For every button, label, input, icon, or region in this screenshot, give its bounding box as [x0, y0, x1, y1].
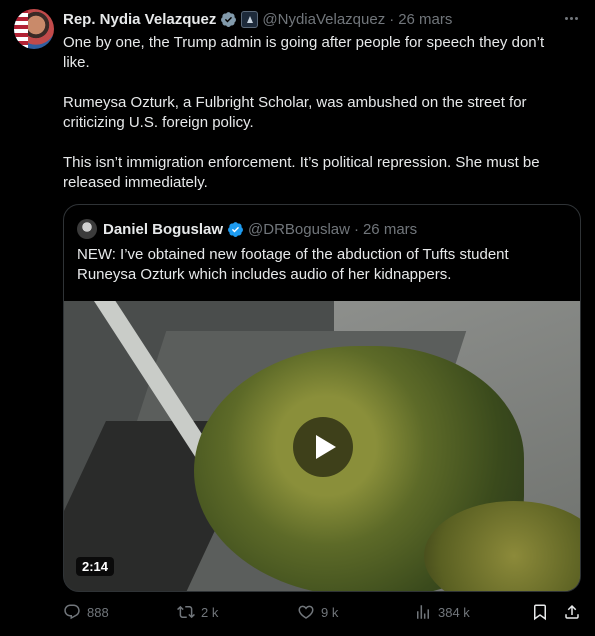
views-icon — [417, 605, 429, 619]
bookmark-icon — [534, 604, 546, 621]
author-name[interactable]: Rep. Nydia Velazquez — [63, 11, 216, 28]
quoted-tweet-time[interactable]: 26 mars — [363, 221, 417, 238]
quoted-author-name[interactable]: Daniel Boguslaw — [103, 221, 223, 238]
reply-icon — [64, 604, 80, 620]
more-icon[interactable] — [560, 8, 582, 28]
verified-badge-icon — [221, 11, 237, 27]
tweet-paragraph: This isn’t immigration enforcement. It’s… — [63, 154, 540, 191]
separator: · — [353, 220, 359, 238]
views-count: 384 k — [438, 604, 470, 620]
verified-badge-icon — [228, 221, 243, 237]
author-avatar[interactable] — [14, 9, 54, 49]
share-button[interactable] — [563, 603, 587, 621]
like-icon — [298, 605, 314, 619]
play-icon[interactable] — [293, 417, 353, 477]
quoted-tweet[interactable]: Daniel Boguslaw @DRBoguslaw · 26 mars NE… — [63, 204, 581, 592]
retweet-button[interactable]: 2 k — [177, 603, 218, 621]
retweet-count: 2 k — [201, 604, 219, 620]
quoted-author-handle[interactable]: @DRBoguslaw — [248, 221, 350, 238]
bookmark-button[interactable] — [531, 603, 555, 621]
author-handle[interactable]: @NydiaVelazquez — [262, 11, 385, 28]
tweet-time[interactable]: 26 mars — [398, 11, 452, 28]
share-icon — [565, 604, 579, 619]
video-duration: 2:14 — [76, 557, 115, 576]
video-player[interactable]: 2:14 — [64, 301, 580, 591]
like-count: 9 k — [321, 604, 339, 620]
reply-button[interactable]: 888 — [63, 603, 109, 621]
retweet-icon — [177, 605, 195, 619]
views-button[interactable]: 384 k — [414, 603, 470, 621]
tweet-header: Rep. Nydia Velazquez @NydiaVelazquez · 2… — [63, 9, 452, 29]
action-bar: 888 2 k 9 k 384 k — [63, 603, 581, 623]
quoted-author-avatar — [77, 219, 97, 239]
tweet: Rep. Nydia Velazquez @NydiaVelazquez · 2… — [0, 0, 595, 636]
like-button[interactable]: 9 k — [297, 603, 338, 621]
quoted-tweet-text: NEW: I’ve obtained new footage of the ab… — [77, 246, 509, 283]
reply-count: 888 — [87, 604, 109, 620]
separator: · — [389, 10, 395, 28]
quoted-tweet-header: Daniel Boguslaw @DRBoguslaw · 26 mars — [77, 219, 417, 239]
flag-graphic — [14, 9, 28, 49]
tweet-paragraph: One by one, the Trump admin is going aft… — [63, 34, 545, 71]
tweet-paragraph: Rumeysa Ozturk, a Fulbright Scholar, was… — [63, 94, 527, 131]
government-badge-icon — [241, 10, 259, 28]
tweet-text: One by one, the Trump admin is going aft… — [63, 33, 573, 193]
